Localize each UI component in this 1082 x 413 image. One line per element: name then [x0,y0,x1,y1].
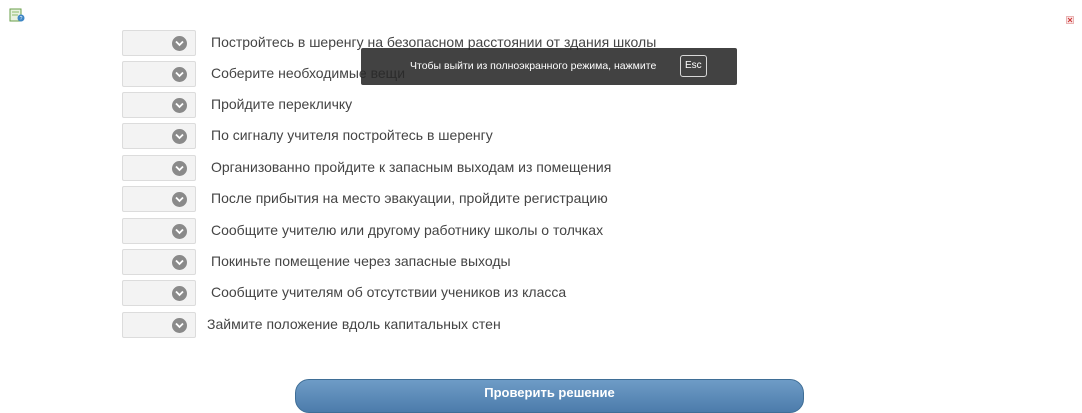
fullscreen-notice: Чтобы выйти из полноэкранного режима, на… [361,48,737,85]
step-row: После прибытия на место эвакуации, пройд… [122,186,742,212]
check-solution-label: Проверить решение [484,384,615,400]
esc-key-badge: Esc [680,55,707,77]
step-row: Сообщите учителю или другому работнику ш… [122,218,742,244]
chevron-down-icon [172,192,187,207]
order-select[interactable] [122,123,196,149]
chevron-down-icon [172,286,187,301]
step-label: Сообщите учителям об отсутствии учеников… [211,284,567,300]
order-select[interactable] [122,218,196,244]
order-select[interactable] [122,30,196,56]
close-icon[interactable] [1066,11,1074,24]
order-select[interactable] [122,61,196,87]
step-label: Покиньте помещение через запасные выходы [211,253,511,269]
chevron-down-icon [172,255,187,270]
chevron-down-icon [172,98,187,113]
order-select[interactable] [122,312,196,338]
fullscreen-notice-text: Чтобы выйти из полноэкранного режима, на… [410,60,657,72]
step-label: Займите положение вдоль капитальных стен [207,316,501,332]
step-row: Покиньте помещение через запасные выходы [122,249,742,275]
step-row: По сигналу учителя постройтесь в шеренгу [122,123,742,149]
chevron-down-icon [172,36,187,51]
step-label: Организованно пройдите к запасным выхода… [211,159,612,175]
chevron-down-icon [172,224,187,239]
step-label: По сигналу учителя постройтесь в шеренгу [211,127,493,143]
order-select[interactable] [122,280,196,306]
check-solution-button[interactable]: Проверить решение [295,379,804,413]
order-select[interactable] [122,249,196,275]
chevron-down-icon [172,129,187,144]
step-row: Займите положение вдоль капитальных стен [122,312,742,338]
order-select[interactable] [122,92,196,118]
step-row: Организованно пройдите к запасным выхода… [122,155,742,181]
step-row: Сообщите учителям об отсутствии учеников… [122,280,742,306]
help-icon[interactable]: ? [9,7,25,23]
chevron-down-icon [172,318,187,333]
step-row: Пройдите перекличку [122,92,742,118]
step-label: После прибытия на место эвакуации, пройд… [211,190,608,206]
order-select[interactable] [122,155,196,181]
svg-text:?: ? [20,16,23,22]
step-label: Сообщите учителю или другому работнику ш… [211,222,604,238]
chevron-down-icon [172,161,187,176]
step-label: Пройдите перекличку [211,96,353,112]
order-select[interactable] [122,186,196,212]
chevron-down-icon [172,67,187,82]
